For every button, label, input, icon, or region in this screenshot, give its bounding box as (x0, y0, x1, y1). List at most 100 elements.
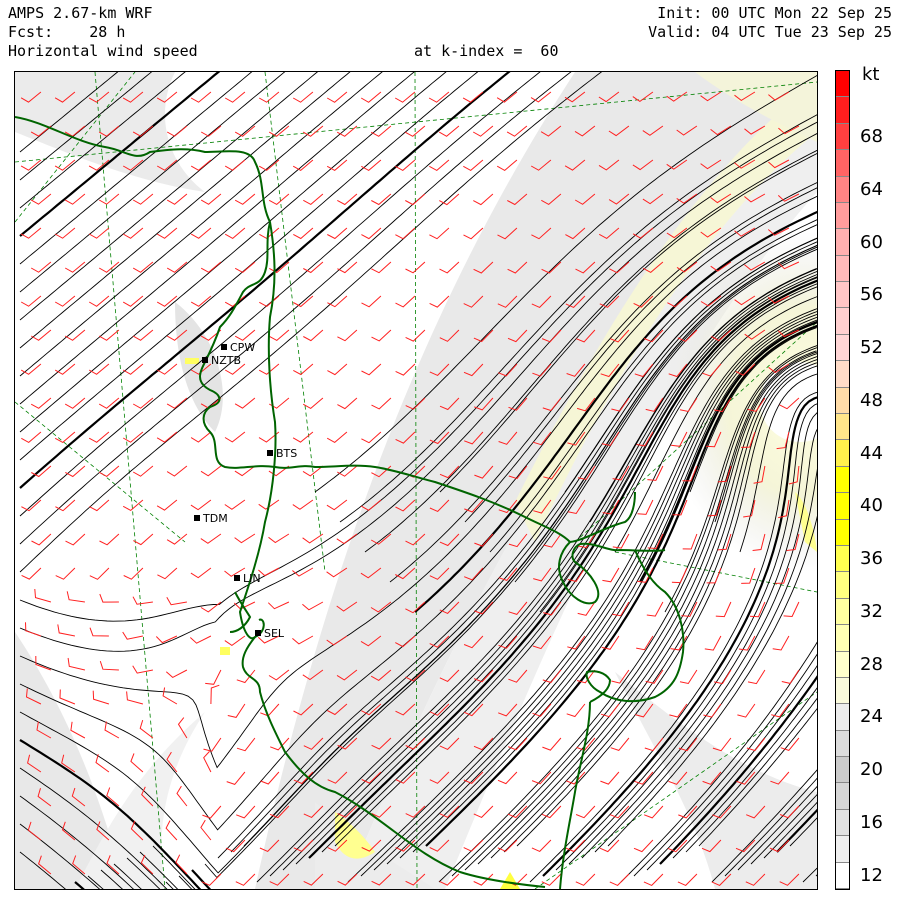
wind-barb (370, 125, 392, 137)
valid-time: Valid: 04 UTC Tue 23 Sep 25 (648, 23, 892, 41)
wind-barb (530, 91, 552, 103)
station-label: BTS (276, 447, 297, 460)
colorbar-cell (836, 466, 849, 494)
wind-barb (200, 465, 222, 477)
wind-barb (132, 665, 153, 674)
wind-barb (292, 499, 314, 510)
colorbar-cell (836, 308, 849, 335)
wind-barb (303, 329, 324, 342)
wind-barb (200, 533, 222, 544)
wind-barb (361, 227, 382, 240)
wind-barb (771, 703, 790, 718)
streamline (191, 869, 212, 889)
colorbar-cell (836, 176, 849, 203)
wind-barb (643, 873, 664, 886)
colorbar-cell (836, 625, 849, 652)
colorbar-cell (836, 730, 849, 758)
wind-barb (337, 329, 358, 342)
wind-barb (302, 397, 324, 410)
wind-barb (395, 363, 416, 376)
colorbar-cell (836, 783, 849, 810)
colorbar-tick-label: 32 (860, 600, 883, 622)
station-label: NZTB (211, 354, 241, 367)
wind-barb (234, 533, 256, 544)
colorbar-tick-label: 48 (860, 389, 883, 411)
colorbar-cell (836, 493, 849, 520)
station-label: CPW (230, 341, 255, 354)
colorbar-cell (836, 282, 849, 309)
colorbar-cell (836, 334, 849, 362)
colorbar-cell (836, 361, 849, 388)
wind-barb (772, 635, 790, 651)
wind-barb (260, 771, 280, 785)
colorbar-tick-label: 56 (860, 284, 883, 306)
wind-barb (302, 125, 324, 137)
wind-barb (395, 295, 416, 308)
colorbar-cell (836, 545, 849, 573)
wind-barb (132, 596, 153, 605)
wind-barb (361, 363, 382, 376)
wind-barb (428, 91, 450, 103)
field-name: Horizontal wind speed (8, 42, 198, 60)
wind-barb (783, 601, 800, 618)
colorbar-cell (836, 229, 849, 256)
wind-barb (258, 567, 280, 577)
wind-barb (371, 261, 392, 274)
wind-barb (360, 91, 382, 103)
wind-barb (236, 737, 256, 752)
wind-barb (361, 295, 382, 308)
wind-barb (190, 227, 212, 239)
wind-barb (203, 751, 212, 773)
colorbar-tick-label: 52 (860, 337, 883, 359)
wind-barb (599, 839, 620, 853)
wind-barb (200, 819, 212, 841)
wind-barb (190, 91, 212, 103)
wind-barb (327, 363, 348, 376)
wind-barb (30, 261, 52, 273)
wind-barb (541, 805, 562, 819)
wind-barb (303, 193, 324, 206)
wind-barb (236, 805, 256, 819)
colorbar-cell (836, 598, 849, 626)
wind-barb (104, 721, 120, 739)
station-label: TDM (202, 512, 228, 525)
station-marker (221, 344, 227, 350)
wind-barb (682, 533, 698, 550)
wind-barb (156, 227, 178, 239)
wind-barb (429, 227, 450, 240)
wind-barb (677, 873, 698, 886)
wind-barb (224, 431, 246, 443)
wind-barb (66, 591, 85, 603)
colorbar-cell (836, 836, 849, 863)
wind-barb (337, 261, 358, 274)
wind-barb (98, 465, 120, 478)
wind-barb (268, 533, 290, 544)
wind-barb (166, 193, 188, 205)
wind-barb (190, 499, 212, 511)
wind-barb (224, 635, 246, 647)
wind-barb (542, 737, 562, 751)
colorbar-tick-label: 16 (860, 812, 883, 834)
wind-barb (190, 159, 212, 171)
colorbar-cell (836, 809, 849, 837)
wind-barb (326, 431, 348, 444)
streamline (165, 881, 174, 889)
wind-barb (472, 125, 494, 137)
wind-barb (531, 839, 552, 852)
wind-barb (21, 499, 42, 512)
wind-barb (737, 703, 756, 718)
wind-barb (123, 567, 144, 580)
wind-barb (600, 771, 620, 785)
wind-barb (575, 805, 596, 819)
wind-barb (156, 431, 178, 443)
wind-barb (65, 533, 86, 546)
wind-barb (88, 295, 110, 307)
station-marker (267, 450, 273, 456)
wind-barb (88, 227, 110, 239)
colorbar-cell (836, 862, 849, 889)
model-title: AMPS 2.67-km WRF (8, 4, 153, 22)
wind-barb (473, 193, 494, 206)
wind-barb (34, 588, 52, 603)
wind-barb (747, 669, 766, 685)
wind-barb (122, 631, 143, 640)
